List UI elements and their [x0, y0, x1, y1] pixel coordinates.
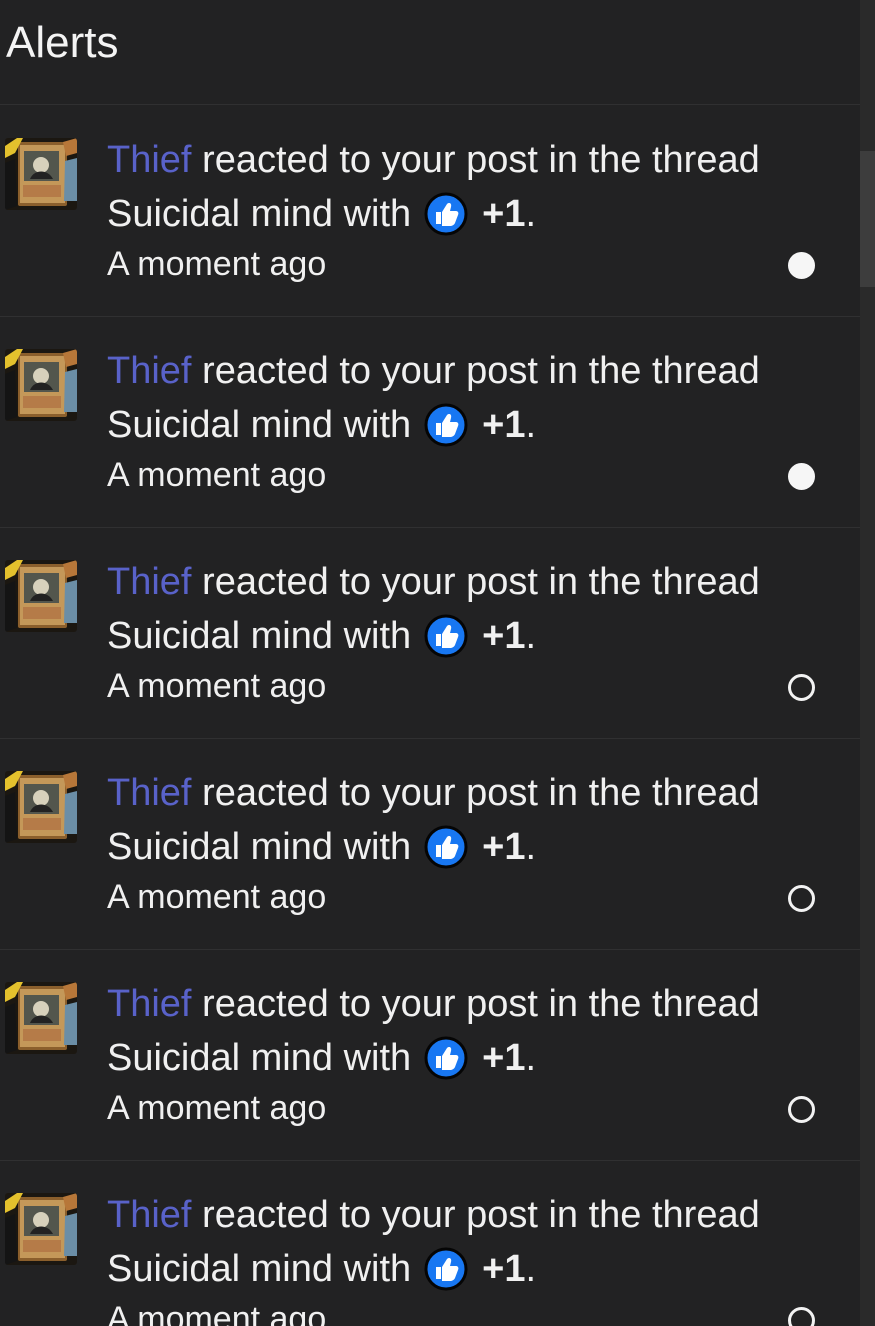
alert-message: Thief reacted to your post in the thread…	[107, 977, 797, 1085]
alert-action-text: reacted to your post in the thread	[191, 983, 760, 1025]
thread-title-link[interactable]: Suicidal mind	[107, 820, 333, 874]
alert-timestamp: A moment ago	[107, 667, 327, 705]
read-status-toggle[interactable]	[788, 885, 815, 912]
thread-title-link[interactable]: Suicidal mind	[107, 398, 333, 452]
reaction-name: +1	[482, 404, 526, 446]
thumbs-up-icon	[424, 1247, 468, 1291]
alerts-header: Alerts	[0, 0, 860, 105]
reaction-with-text: with	[343, 404, 412, 446]
thumbs-up-icon	[424, 825, 468, 869]
thumbs-up-icon	[424, 192, 468, 236]
reaction-with-text: with	[343, 1037, 412, 1079]
reaction-name: +1	[482, 1248, 526, 1290]
thread-title-link[interactable]: Suicidal mind	[107, 1031, 333, 1085]
alert-timestamp: A moment ago	[107, 1089, 327, 1127]
alert-action-text: reacted to your post in the thread	[191, 139, 760, 181]
alert-message: Thief reacted to your post in the thread…	[107, 344, 797, 452]
reaction-name: +1	[482, 193, 526, 235]
username-link[interactable]: Thief	[107, 772, 191, 814]
thumbs-up-icon	[424, 614, 468, 658]
alert-item[interactable]: Thief reacted to your post in the thread…	[0, 1161, 860, 1326]
alert-item[interactable]: Thief reacted to your post in the thread…	[0, 950, 860, 1161]
avatar[interactable]	[5, 349, 77, 421]
reaction-period: .	[525, 1248, 537, 1290]
reaction-period: .	[525, 193, 537, 235]
avatar[interactable]	[5, 138, 77, 210]
avatar[interactable]	[5, 982, 77, 1054]
read-status-toggle[interactable]	[788, 1307, 815, 1326]
alert-action-text: reacted to your post in the thread	[191, 561, 760, 603]
reaction-period: .	[525, 615, 537, 657]
scrollbar-thumb[interactable]	[860, 151, 875, 287]
alert-timestamp: A moment ago	[107, 245, 327, 283]
reaction-period: .	[525, 826, 537, 868]
alert-action-text: reacted to your post in the thread	[191, 1194, 760, 1236]
alert-item[interactable]: Thief reacted to your post in the thread…	[0, 106, 860, 317]
reaction-with-text: with	[343, 615, 412, 657]
reaction-period: .	[525, 1037, 537, 1079]
reaction-name: +1	[482, 826, 526, 868]
alert-timestamp: A moment ago	[107, 1300, 327, 1326]
thumbs-up-icon	[424, 1036, 468, 1080]
reaction-name: +1	[482, 1037, 526, 1079]
username-link[interactable]: Thief	[107, 983, 191, 1025]
username-link[interactable]: Thief	[107, 350, 191, 392]
thumbs-up-icon	[424, 403, 468, 447]
page-title: Alerts	[6, 18, 119, 67]
read-status-toggle[interactable]	[788, 463, 815, 490]
alert-item[interactable]: Thief reacted to your post in the thread…	[0, 739, 860, 950]
alert-message: Thief reacted to your post in the thread…	[107, 766, 797, 874]
thread-title-link[interactable]: Suicidal mind	[107, 1242, 333, 1296]
alert-timestamp: A moment ago	[107, 456, 327, 494]
alert-timestamp: A moment ago	[107, 878, 327, 916]
reaction-with-text: with	[343, 1248, 412, 1290]
username-link[interactable]: Thief	[107, 561, 191, 603]
reaction-name: +1	[482, 615, 526, 657]
thread-title-link[interactable]: Suicidal mind	[107, 187, 333, 241]
alert-item[interactable]: Thief reacted to your post in the thread…	[0, 528, 860, 739]
read-status-toggle[interactable]	[788, 1096, 815, 1123]
alert-action-text: reacted to your post in the thread	[191, 350, 760, 392]
alert-message: Thief reacted to your post in the thread…	[107, 1188, 797, 1296]
alerts-list: Thief reacted to your post in the thread…	[0, 106, 860, 1326]
alert-message: Thief reacted to your post in the thread…	[107, 133, 797, 241]
alert-message: Thief reacted to your post in the thread…	[107, 555, 797, 663]
reaction-period: .	[525, 404, 537, 446]
read-status-toggle[interactable]	[788, 252, 815, 279]
avatar[interactable]	[5, 1193, 77, 1265]
reaction-with-text: with	[343, 826, 412, 868]
username-link[interactable]: Thief	[107, 1194, 191, 1236]
avatar[interactable]	[5, 771, 77, 843]
reaction-with-text: with	[343, 193, 412, 235]
read-status-toggle[interactable]	[788, 674, 815, 701]
thread-title-link[interactable]: Suicidal mind	[107, 609, 333, 663]
avatar[interactable]	[5, 560, 77, 632]
username-link[interactable]: Thief	[107, 139, 191, 181]
alerts-panel: Alerts Thief reacted to your post in the…	[0, 0, 875, 1326]
scrollbar-track[interactable]	[860, 0, 875, 1326]
alert-item[interactable]: Thief reacted to your post in the thread…	[0, 317, 860, 528]
alert-action-text: reacted to your post in the thread	[191, 772, 760, 814]
